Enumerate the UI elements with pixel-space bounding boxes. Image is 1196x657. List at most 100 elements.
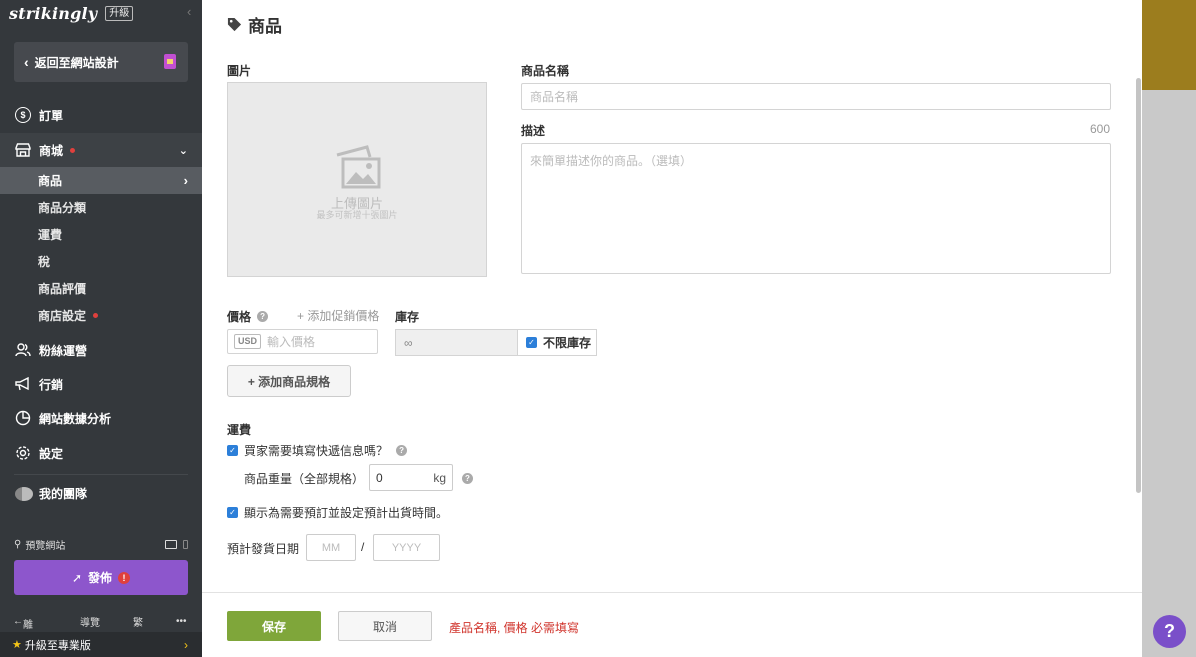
- unlimited-stock-checkbox[interactable]: ✓ 不限庫存: [517, 329, 597, 356]
- form-footer: 保存 取消 產品名稱, 價格 必需填寫: [202, 592, 1142, 657]
- require-shipping-info-checkbox[interactable]: ✓ 買家需要填寫快遞信息嗎？ ?: [227, 442, 408, 459]
- mobile-icon[interactable]: [183, 540, 188, 549]
- sidebar-item-label: 我的團隊: [39, 487, 88, 501]
- sidebar-item-store[interactable]: 商城 ⌄: [0, 133, 202, 167]
- picture-icon: [336, 145, 381, 189]
- save-button[interactable]: 保存: [227, 611, 321, 641]
- exit-link[interactable]: ← 離開: [13, 616, 33, 646]
- sidebar-item-label: 行銷: [39, 377, 64, 392]
- site-page-icon: [164, 54, 176, 69]
- image-label: 圖片: [227, 64, 252, 78]
- sidebar-item-team[interactable]: 我的團隊: [15, 485, 87, 502]
- ship-month-input[interactable]: MM: [306, 534, 356, 561]
- weight-value: 0: [376, 470, 383, 485]
- sidebar-item-label: 訂單: [39, 108, 64, 123]
- price-label-group: 價格 ?: [227, 308, 269, 325]
- sidebar-subitem-shipping[interactable]: 運費: [0, 221, 202, 248]
- sidebar-item-label: 設定: [39, 446, 64, 461]
- stock-label: 庫存: [395, 310, 420, 324]
- description-textarea[interactable]: 來簡單描述你的商品。（選填）: [521, 143, 1111, 274]
- subitem-label: 運費: [38, 228, 63, 242]
- cancel-button[interactable]: 取消: [338, 611, 432, 641]
- product-name-label: 商品名稱: [521, 64, 570, 78]
- add-variant-button[interactable]: + 添加商品規格: [227, 365, 351, 397]
- product-name-input[interactable]: 商品名稱: [521, 83, 1111, 110]
- price-label: 價格: [227, 310, 252, 324]
- price-input[interactable]: USD 輸入價格: [227, 329, 378, 354]
- chevron-right-icon: ›: [183, 173, 188, 188]
- sidebar-item-label: 粉絲運營: [39, 343, 88, 358]
- description-label: 描述: [521, 124, 546, 138]
- currency-badge: USD: [234, 334, 262, 349]
- shipping-label: 運費: [227, 423, 252, 437]
- weight-unit: kg: [433, 470, 446, 485]
- upgrade-pro-bar[interactable]: ★ 升級至專業版 ›: [0, 632, 202, 657]
- back-label: 返回至網站設計: [34, 55, 119, 70]
- checkbox-checked-icon: ✓: [526, 337, 537, 348]
- tag-icon: [227, 17, 242, 32]
- sidebar-divider: [14, 474, 188, 475]
- sidebar-item-label: 網站數據分析: [39, 411, 112, 426]
- strikingly-logo[interactable]: strikingly: [9, 4, 97, 23]
- publish-label: 發佈: [88, 571, 113, 585]
- weight-label: 商品重量（全部規格）: [244, 472, 365, 486]
- sidebar-subitem-reviews[interactable]: 商品評價: [0, 275, 202, 302]
- search-icon: ⚲: [14, 539, 22, 550]
- sidebar-item-marketing[interactable]: 行銷: [0, 367, 202, 401]
- subitem-label: 商店設定: [38, 309, 87, 323]
- preview-site-link[interactable]: 預覽網站: [25, 537, 65, 552]
- subitem-label: 商品分類: [38, 201, 87, 215]
- weight-input[interactable]: 0 kg: [369, 464, 453, 491]
- subitem-label: 商品: [38, 174, 63, 188]
- unlimited-stock-label: 不限庫存: [543, 336, 592, 350]
- ship-date-label: 預計發貨日期: [227, 542, 300, 556]
- more-icon[interactable]: •••: [176, 616, 187, 627]
- brand: strikingly 升級: [9, 2, 134, 24]
- subitem-label: 稅: [38, 255, 51, 269]
- store-icon: [15, 142, 31, 158]
- sidebar-subitem-products[interactable]: 商品 ›: [0, 167, 202, 194]
- help-button[interactable]: ?: [1153, 615, 1186, 648]
- sidebar: strikingly 升級 ‹ ‹ 返回至網站設計 $ 訂單 商城 ⌄ 商品 ›…: [0, 0, 202, 657]
- page-title: 商品: [227, 12, 282, 37]
- notification-dot: [93, 313, 99, 318]
- star-icon: ★: [12, 639, 22, 651]
- ship-year-input[interactable]: YYYY: [373, 534, 440, 561]
- users-icon: [15, 342, 31, 358]
- rocket-icon: ➚: [71, 570, 83, 585]
- language-link[interactable]: 繁: [133, 614, 143, 629]
- publish-button[interactable]: ➚ 發佈 !: [14, 560, 188, 595]
- stock-input: ∞: [395, 329, 518, 356]
- sidebar-item-fans[interactable]: 粉絲運營: [0, 333, 202, 367]
- upload-image-hint: 最多可新增十張圖片: [316, 210, 398, 220]
- desktop-icon[interactable]: [165, 540, 177, 549]
- team-avatar-icon: [15, 486, 33, 501]
- sidebar-subitem-store-settings[interactable]: 商店設定: [0, 302, 202, 329]
- help-icon[interactable]: ?: [396, 445, 408, 456]
- help-icon[interactable]: ?: [257, 311, 269, 322]
- panel-scrollbar[interactable]: [1136, 78, 1141, 493]
- alert-icon: !: [118, 571, 131, 584]
- collapse-sidebar-icon[interactable]: ‹: [187, 4, 191, 19]
- price-placeholder: 輸入價格: [267, 335, 316, 349]
- sidebar-item-orders[interactable]: $ 訂單: [0, 98, 202, 132]
- dollar-icon: $: [15, 107, 31, 123]
- guide-link[interactable]: 導覽: [80, 614, 100, 629]
- require-shipping-info-label: 買家需要填寫快遞信息嗎？: [244, 444, 389, 458]
- checkbox-checked-icon: ✓: [227, 445, 238, 456]
- add-sale-price-link[interactable]: + 添加促銷價格: [297, 307, 379, 324]
- image-upload-area[interactable]: 上傳圖片 最多可新增十張圖片: [227, 82, 487, 277]
- preorder-checkbox[interactable]: ✓ 顯示為需要預訂並設定預計出貨時間。: [227, 504, 448, 521]
- sidebar-subitem-tax[interactable]: 稅: [0, 248, 202, 275]
- sidebar-item-settings[interactable]: 設定: [0, 436, 202, 470]
- site-preview-backdrop: [1142, 0, 1196, 90]
- page-title-text: 商品: [248, 17, 282, 36]
- sidebar-subitem-categories[interactable]: 商品分類: [0, 194, 202, 221]
- upgrade-pro-label: 升級至專業版: [24, 639, 91, 652]
- chevron-right-icon: ›: [184, 637, 188, 652]
- upgrade-badge[interactable]: 升級: [105, 5, 134, 21]
- back-to-site-design-button[interactable]: ‹ 返回至網站設計: [14, 42, 188, 82]
- help-icon[interactable]: ?: [462, 473, 473, 484]
- product-editor-panel: 商品 圖片 上傳圖片 最多可新增十張圖片 商品名稱 商品名稱 描述 600 來簡…: [202, 0, 1142, 657]
- sidebar-item-analytics[interactable]: 網站數據分析: [0, 401, 202, 435]
